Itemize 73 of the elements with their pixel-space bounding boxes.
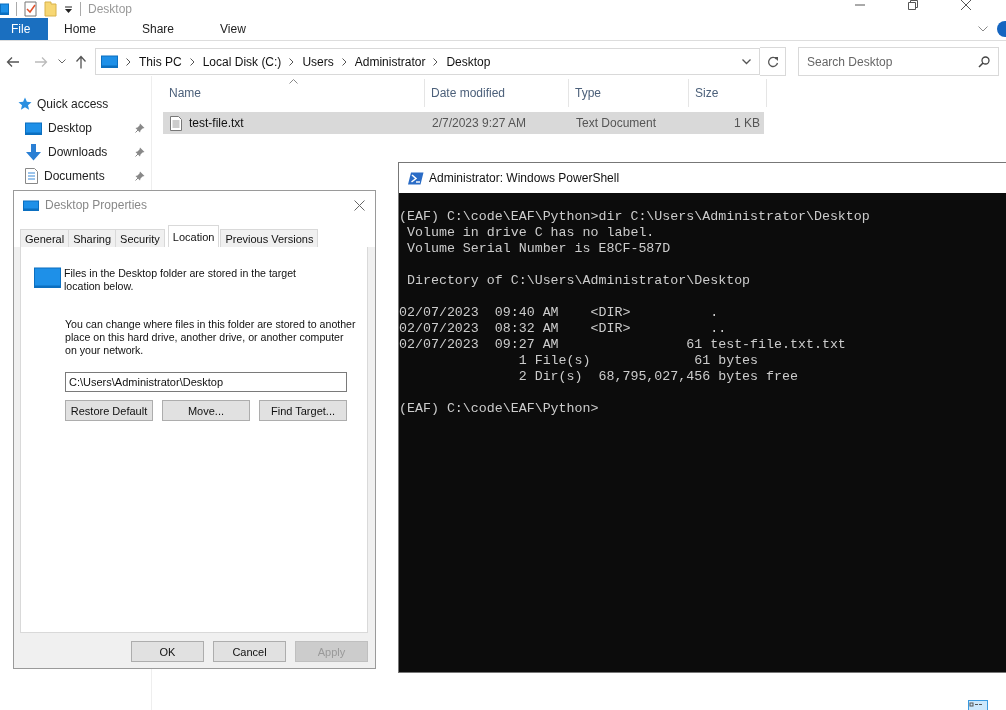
file-name: test-file.txt xyxy=(189,116,244,130)
chevron-down-icon xyxy=(742,58,751,65)
note-text: You can change where files in this folder are stored to another place on this hard drive, another drive, or another computer on your network. xyxy=(65,318,357,357)
folder-icon xyxy=(44,1,57,17)
tab[interactable]: Location xyxy=(167,225,220,247)
table-cell-text: 1 KB xyxy=(733,116,761,130)
nav-item[interactable]: Downloads xyxy=(0,140,151,164)
path-field[interactable]: C:\Users\Administrator\Desktop xyxy=(65,372,347,392)
chevron-down-icon xyxy=(58,59,66,64)
search-icon xyxy=(978,56,990,68)
restore-icon xyxy=(907,0,919,11)
tab[interactable]: Security xyxy=(115,229,165,247)
dropdown-icon xyxy=(64,4,73,14)
star-icon xyxy=(18,97,32,111)
chevron-right-icon xyxy=(289,57,295,66)
ribbon-tab[interactable]: View xyxy=(206,18,264,40)
breadcrumb-item[interactable]: Local Disk (C:) xyxy=(202,54,282,69)
tab[interactable]: Previous Versions xyxy=(220,229,319,247)
chevron-right-icon xyxy=(433,57,439,66)
window-title: Administrator: Windows PowerShell xyxy=(429,171,620,185)
tab[interactable]: Sharing xyxy=(68,229,117,247)
refresh-button[interactable] xyxy=(760,47,786,76)
button[interactable]: Restore Default xyxy=(65,400,153,421)
window-title: Desktop xyxy=(88,2,133,16)
close-icon xyxy=(960,0,972,11)
monitor-icon xyxy=(34,267,61,288)
nav-item[interactable]: Documents xyxy=(0,164,151,188)
column-header[interactable]: Size xyxy=(689,79,767,107)
text-file-icon xyxy=(170,115,182,131)
search-field[interactable]: Search Desktop xyxy=(798,47,999,76)
monitor-icon xyxy=(23,199,39,211)
table-cell-text: 2/7/2023 9:27 AM xyxy=(431,116,528,130)
powershell-icon xyxy=(408,171,424,185)
monitor-icon xyxy=(0,3,9,15)
button[interactable]: Move... xyxy=(162,400,250,421)
description-text: Files in the Desktop folder are stored in the target location below. xyxy=(64,267,297,293)
monitor-icon xyxy=(101,55,118,68)
monitor-icon xyxy=(25,121,42,135)
column-header[interactable]: Type xyxy=(569,79,689,107)
breadcrumb-item[interactable]: Administrator xyxy=(354,54,426,69)
chevron-right-icon xyxy=(341,57,347,66)
refresh-icon xyxy=(766,55,779,68)
column-header[interactable]: Name xyxy=(163,79,425,107)
button[interactable]: OK xyxy=(131,641,204,662)
document-icon xyxy=(25,168,38,184)
ribbon-tab[interactable]: Home xyxy=(50,18,114,40)
back-icon xyxy=(6,55,20,68)
properties-icon xyxy=(24,1,37,17)
column-header[interactable]: Date modified xyxy=(425,79,569,107)
close-icon xyxy=(354,199,365,211)
breadcrumb-item[interactable]: Users xyxy=(302,54,334,69)
terminal-output: (EAF) C:\code\EAF\Python>dir C:\Users\Administrator\Desktop Volume in drive C has no label. Volume Serial Number is E8CF-587D Directory of C:\Users\Administrator\Desktop 02/07/2023 09:40 AM <DIR> . 02/07/2023 08:32 AM <DIR> .. 02/07/2023 09:27 AM 61 test-file.txt.txt 1 File(s) 61 bytes 2 Dir(s) 68,795,027,456 bytes free (EAF) C:\code\EAF\Python> xyxy=(399,209,871,417)
window-title: Desktop Properties xyxy=(45,198,148,212)
table-cell-text: Text Document xyxy=(575,116,658,130)
file-row[interactable]: test-file.txt 2/7/2023 9:27 AM Text Document 1 KB xyxy=(163,112,764,134)
forward-icon xyxy=(34,55,48,68)
down-arrow-icon xyxy=(25,143,42,161)
nav-item[interactable]: Desktop xyxy=(0,116,151,140)
chevron-down-icon xyxy=(978,26,988,32)
nav-item[interactable]: Quick access xyxy=(0,92,151,116)
breadcrumb-item[interactable]: This PC xyxy=(139,54,182,69)
sort-up-icon xyxy=(289,79,298,84)
breadcrumb-item[interactable]: Desktop xyxy=(446,54,491,69)
details-view-icon xyxy=(969,701,983,710)
ribbon-tab[interactable]: Share xyxy=(128,18,193,40)
address-bar[interactable]: This PC Local Disk (C:) Users Administrator Desktop xyxy=(95,48,760,75)
details-view-button[interactable] xyxy=(968,700,988,710)
chevron-right-icon xyxy=(126,57,131,66)
button[interactable]: Cancel xyxy=(213,641,286,662)
button[interactable]: Find Target... xyxy=(259,400,347,421)
up-arrow-icon xyxy=(75,54,87,69)
chevron-right-icon xyxy=(189,57,195,66)
tab[interactable]: General xyxy=(20,229,70,247)
